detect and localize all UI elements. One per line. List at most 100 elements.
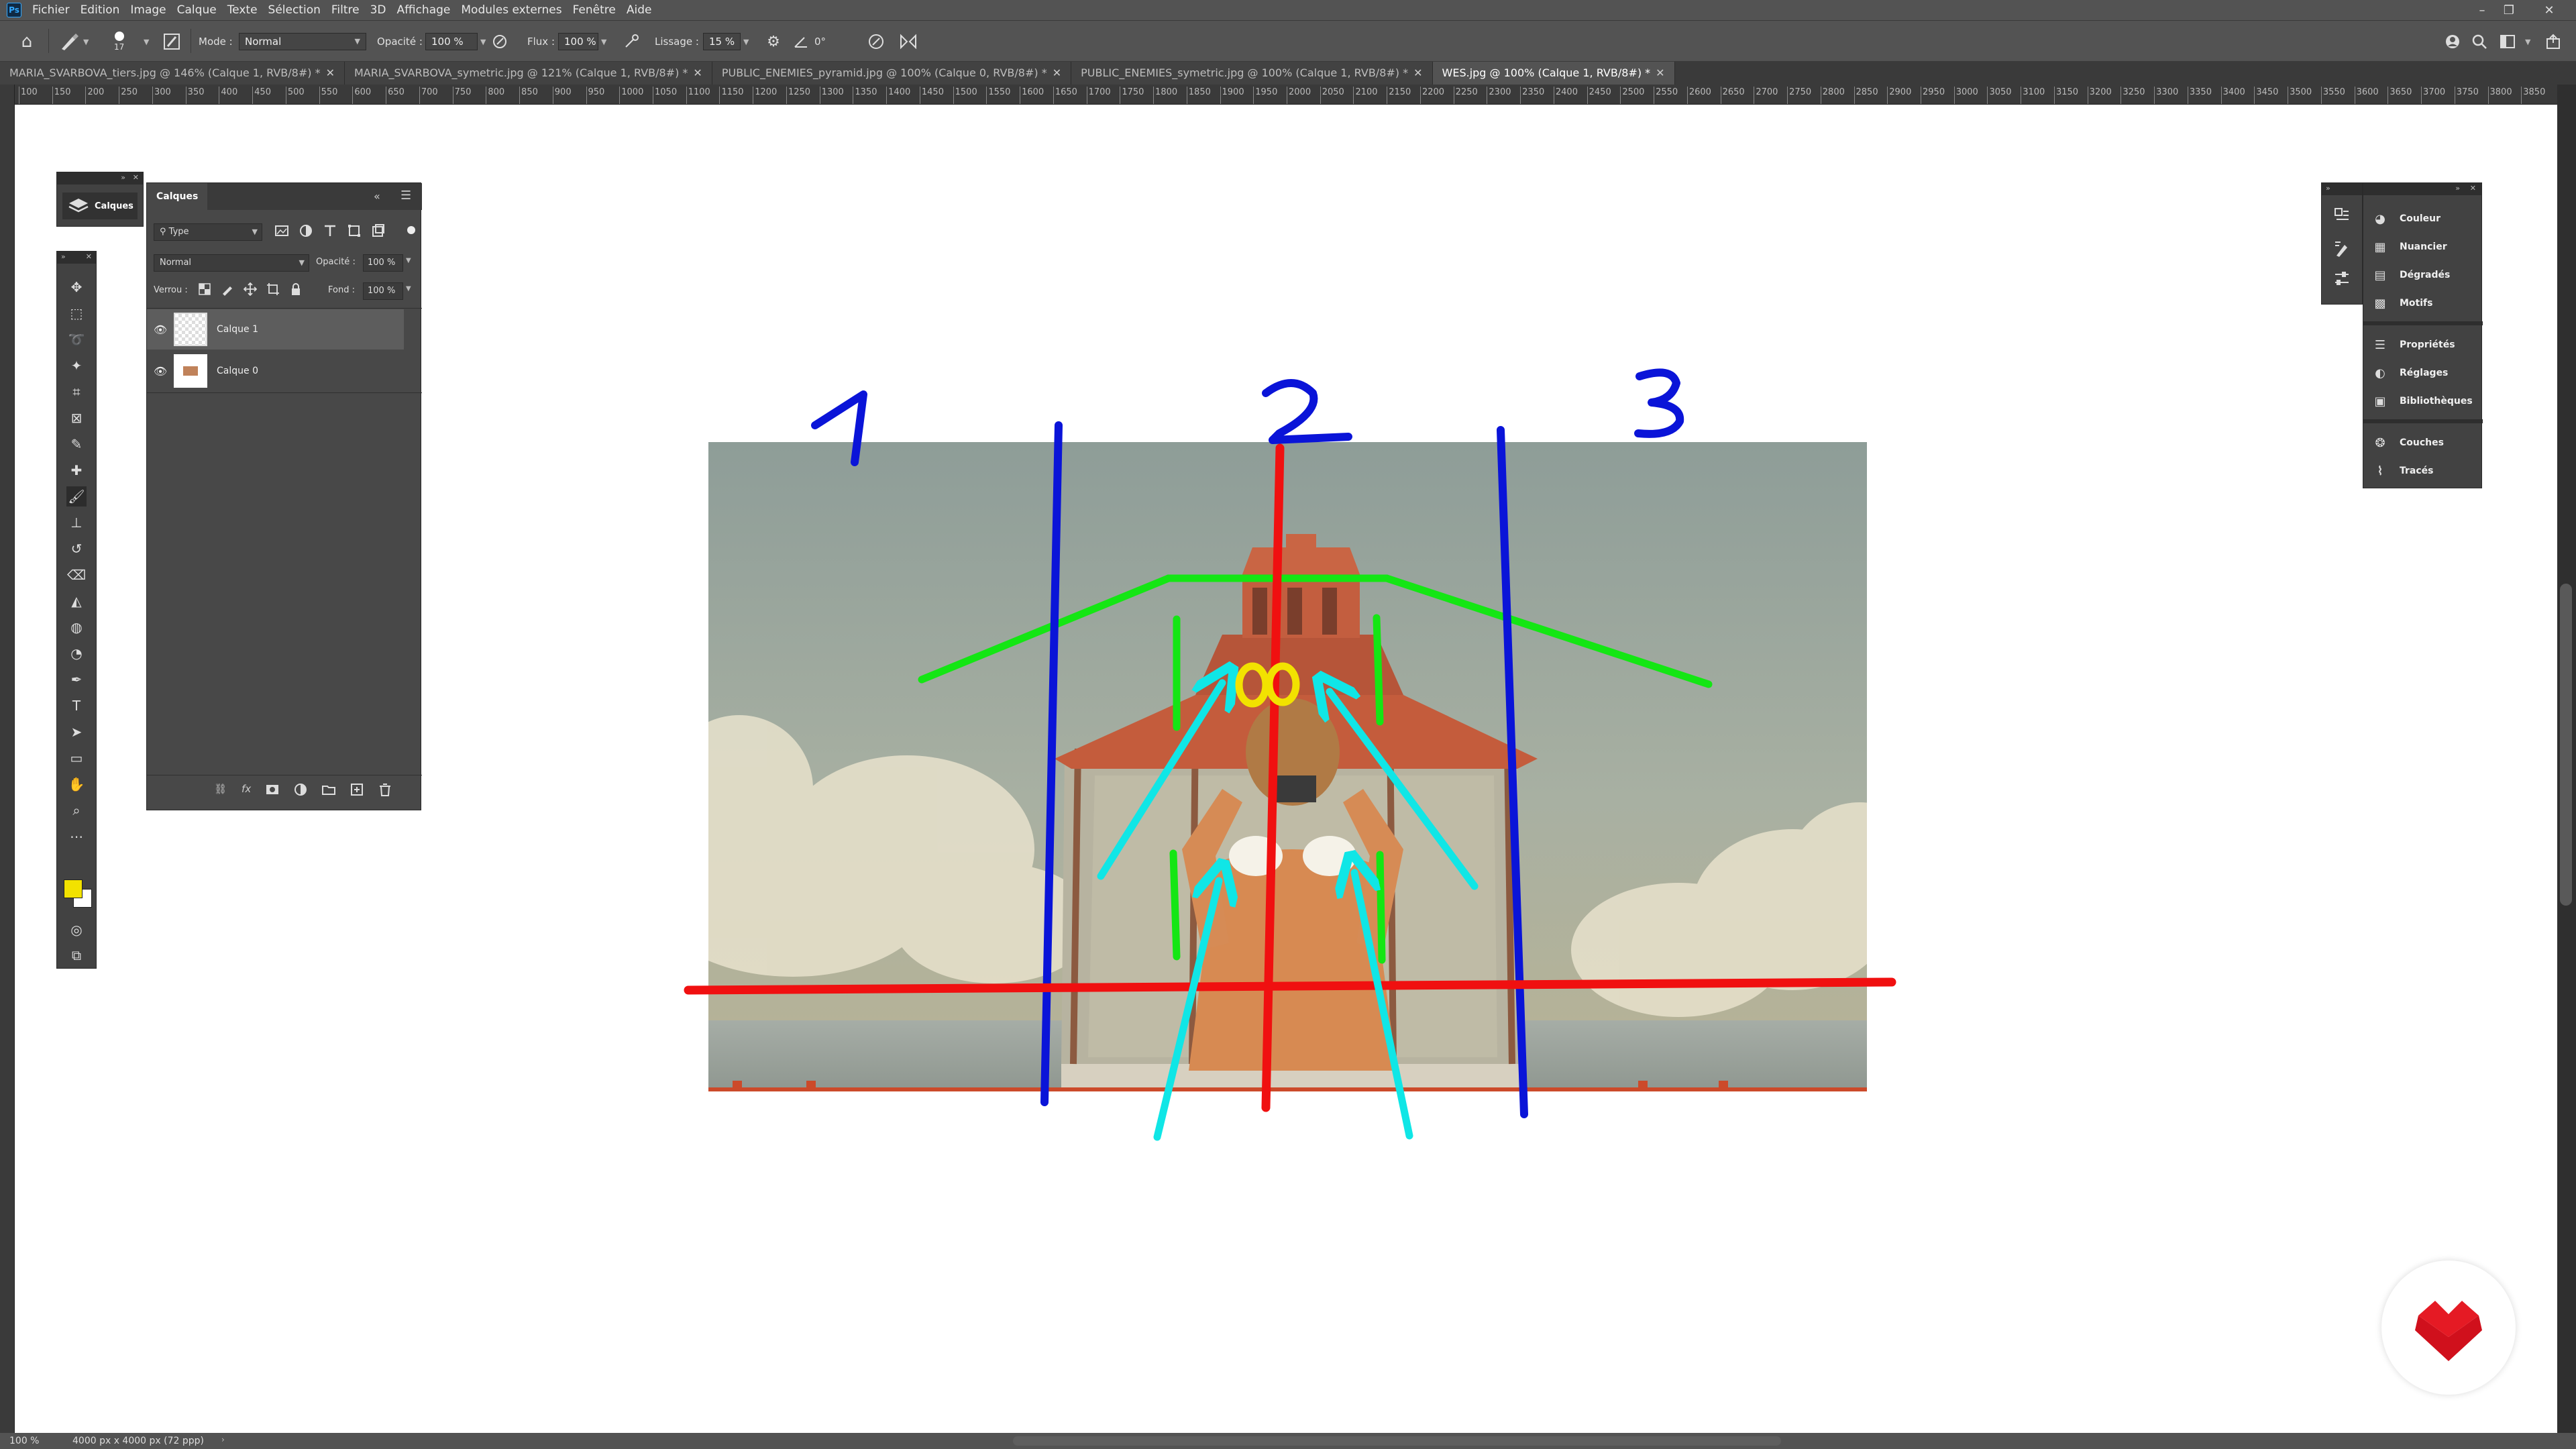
crop-tool-icon[interactable]: ⌗ [66, 382, 87, 402]
menu-affichage[interactable]: Affichage [392, 3, 456, 17]
minimize-button[interactable]: – [2469, 0, 2496, 20]
chevron-down-icon[interactable]: ▼ [406, 285, 411, 292]
close-icon[interactable]: ✕ [693, 66, 702, 79]
collapse-icon[interactable]: » [61, 252, 66, 261]
symmetry-icon[interactable] [898, 21, 919, 62]
opacity-field[interactable]: 100 % [425, 33, 478, 50]
brush-settings-icon[interactable] [160, 21, 184, 62]
angle-control[interactable]: 0° [793, 21, 826, 62]
tool-preset-picker[interactable]: ▼ [58, 21, 89, 62]
pressure-size-icon[interactable] [865, 21, 887, 62]
visibility-eye-icon[interactable]: 👁 [147, 365, 174, 378]
panel-nuancier[interactable]: ▦ Nuancier [2371, 235, 2447, 258]
gear-icon[interactable]: ⚙ [763, 21, 784, 62]
document-tab-active[interactable]: WES.jpg @ 100% (Calque 1, RVB/8#) * ✕ [1432, 62, 1675, 85]
layer-mask-icon[interactable] [266, 783, 279, 796]
search-icon[interactable] [2469, 21, 2490, 62]
vertical-scroll-thumb[interactable] [2560, 584, 2572, 906]
type-tool-icon[interactable]: T [66, 696, 87, 716]
document-tab[interactable]: MARIA_SVARBOVA_tiers.jpg @ 146% (Calque … [0, 62, 345, 85]
history-icon[interactable] [2332, 206, 2351, 225]
layers-panel-button[interactable]: Calques [62, 193, 138, 219]
shape-filter-icon[interactable] [347, 223, 362, 238]
document-tab[interactable]: MARIA_SVARBOVA_symetric.jpg @ 121% (Calq… [344, 62, 712, 85]
quick-mask-icon[interactable]: ◎ [66, 920, 87, 940]
clone-stamp-tool-icon[interactable]: ⊥ [66, 513, 87, 533]
magic-wand-tool-icon[interactable]: ✦ [66, 356, 87, 376]
tab-layers[interactable]: Calques [147, 183, 208, 210]
blend-mode-select[interactable]: Normal ▼ [154, 254, 309, 272]
collapse-icon[interactable]: » [121, 173, 125, 182]
panel-header[interactable]: » ✕ [57, 172, 143, 184]
menu-fenetre[interactable]: Fenêtre [568, 3, 621, 17]
new-group-icon[interactable] [322, 783, 336, 796]
menu-texte[interactable]: Texte [222, 3, 263, 17]
new-layer-icon[interactable] [350, 783, 364, 796]
panel-header[interactable]: » [2322, 183, 2362, 195]
menu-edition[interactable]: Edition [75, 3, 125, 17]
share-icon[interactable] [2542, 21, 2564, 62]
document-tab[interactable]: PUBLIC_ENEMIES_symetric.jpg @ 100% (Calq… [1071, 62, 1433, 85]
pen-tool-icon[interactable]: ✒ [66, 669, 87, 690]
panel-degrades[interactable]: ▤ Dégradés [2371, 264, 2450, 286]
panel-bibliotheques[interactable]: ▣ Bibliothèques [2371, 390, 2472, 413]
brush-preset-picker[interactable]: 17 [114, 21, 124, 62]
panel-header[interactable]: » ✕ [57, 252, 96, 264]
collapse-icon[interactable]: « [374, 190, 380, 203]
panel-header[interactable]: » ✕ [2363, 183, 2481, 195]
foreground-color-swatch[interactable] [64, 879, 83, 898]
close-icon[interactable]: ✕ [1656, 66, 1664, 79]
history-brush-tool-icon[interactable]: ↺ [66, 539, 87, 559]
smoothing-field[interactable]: 15 % [703, 33, 741, 50]
link-layers-icon[interactable]: ⛓ [214, 783, 227, 796]
horizontal-scroll-thumb[interactable] [1013, 1436, 1781, 1446]
chevron-down-icon[interactable]: ▼ [2525, 21, 2530, 62]
more-tools-icon[interactable]: ⋯ [66, 826, 87, 847]
collapse-icon[interactable]: » [2326, 184, 2330, 193]
menu-selection[interactable]: Sélection [263, 3, 326, 17]
image-filter-icon[interactable] [274, 223, 289, 238]
menu-modules-externes[interactable]: Modules externes [455, 3, 567, 17]
layer-opacity-field[interactable]: 100 % [363, 254, 403, 272]
panel-proprietes[interactable]: ☰ Propriétés [2371, 333, 2455, 356]
menu-fichier[interactable]: Fichier [27, 3, 75, 17]
close-icon[interactable]: ✕ [86, 252, 92, 261]
dodge-tool-icon[interactable]: ◔ [66, 643, 87, 663]
flow-field[interactable]: 100 % [558, 33, 598, 50]
filter-toggle[interactable] [407, 226, 415, 234]
fx-icon[interactable]: fx [241, 783, 251, 796]
document-tab[interactable]: PUBLIC_ENEMIES_pyramid.jpg @ 100% (Calqu… [712, 62, 1072, 85]
frame-tool-icon[interactable]: ⊠ [66, 408, 87, 428]
panel-motifs[interactable]: ▩ Motifs [2371, 292, 2432, 315]
menu-image[interactable]: Image [125, 3, 171, 17]
layer-row-calque-0[interactable]: 👁 Calque 0 [147, 351, 404, 391]
panel-traces[interactable]: ⌇ Tracés [2371, 460, 2434, 482]
type-filter-icon[interactable] [323, 223, 337, 238]
vertical-ruler[interactable] [0, 85, 15, 1433]
panel-reglages[interactable]: ◐ Réglages [2371, 362, 2448, 384]
path-selection-tool-icon[interactable]: ➤ [66, 722, 87, 742]
restore-button[interactable]: ❐ [2496, 0, 2522, 20]
chevron-right-icon[interactable]: › [221, 1435, 225, 1444]
close-icon[interactable]: ✕ [326, 66, 335, 79]
eraser-tool-icon[interactable]: ⌫ [66, 565, 87, 585]
move-tool-icon[interactable]: ✥ [66, 277, 87, 297]
screen-mode-icon[interactable]: ⧉ [66, 945, 87, 965]
trash-icon[interactable] [378, 783, 392, 796]
lock-position-icon[interactable] [244, 282, 257, 296]
close-window-button[interactable]: ✕ [2536, 0, 2563, 20]
smart-object-filter-icon[interactable] [371, 223, 386, 238]
layer-filter-select[interactable]: ⚲ Type ▼ [154, 223, 262, 241]
brush-tool-icon[interactable]: 🖌 [66, 486, 87, 506]
adjust-sliders-icon[interactable] [2332, 269, 2351, 288]
marquee-tool-icon[interactable]: ⬚ [66, 303, 87, 323]
brush-settings-panel-icon[interactable] [2332, 239, 2351, 258]
fill-field[interactable]: 100 % [363, 282, 403, 300]
chevron-down-icon[interactable]: ▼ [144, 21, 149, 62]
pressure-opacity-icon[interactable] [490, 21, 510, 62]
airbrush-icon[interactable] [621, 21, 641, 62]
close-icon[interactable]: ✕ [1413, 66, 1422, 79]
visibility-eye-icon[interactable]: 👁 [147, 323, 174, 336]
close-icon[interactable]: ✕ [133, 173, 139, 182]
hand-tool-icon[interactable]: ✋ [66, 774, 87, 794]
